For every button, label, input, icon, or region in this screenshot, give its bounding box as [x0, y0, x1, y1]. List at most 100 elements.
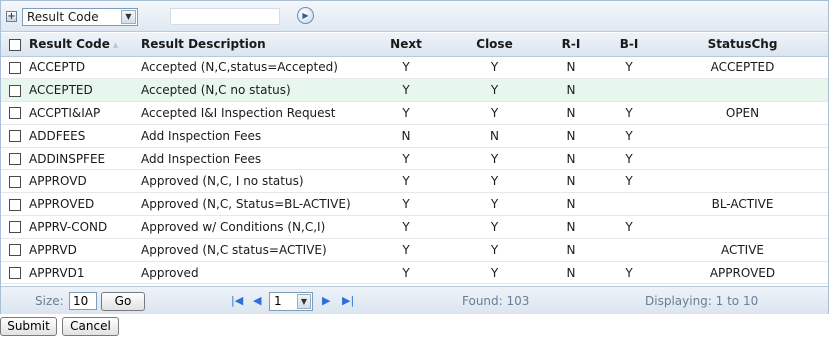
r-i-cell: N	[541, 56, 601, 80]
column-header-status-chg[interactable]: StatusChg	[657, 33, 828, 57]
page-number-select[interactable]: 1 ▼	[269, 292, 313, 311]
column-header-b-i[interactable]: B-I	[601, 33, 657, 57]
b-i-cell: Y	[601, 56, 657, 80]
row-select-cell	[1, 56, 29, 80]
b-i-cell: Y	[601, 124, 657, 148]
found-count: Found: 103	[462, 294, 530, 308]
column-label: Close	[476, 37, 513, 52]
displaying-range: Displaying: 1 to 10	[645, 294, 759, 308]
row-select-cell	[1, 124, 29, 148]
table-row[interactable]: ADDINSPFEE Add Inspection Fees Y Y N Y	[1, 147, 828, 171]
column-header-r-i[interactable]: R-I	[541, 33, 601, 57]
table-row[interactable]: ACCEPTED Accepted (N,C no status) Y Y N	[1, 78, 828, 103]
column-header-next[interactable]: Next	[364, 33, 448, 57]
column-label: StatusChg	[707, 37, 778, 52]
select-all-cell	[1, 33, 29, 57]
next-cell: Y	[364, 192, 448, 217]
status-chg-cell: APPROVED	[657, 261, 828, 285]
row-checkbox[interactable]	[9, 153, 21, 166]
column-label: Result Description	[141, 37, 266, 52]
r-i-cell: N	[541, 238, 601, 262]
close-cell: Y	[448, 101, 541, 125]
next-cell: Y	[364, 56, 448, 80]
column-header-result-code[interactable]: Result Code ▲	[29, 33, 141, 57]
row-checkbox[interactable]	[9, 175, 21, 188]
row-checkbox[interactable]	[9, 61, 21, 74]
close-cell: N	[448, 124, 541, 148]
r-i-cell: N	[541, 192, 601, 217]
status-chg-cell	[657, 124, 828, 148]
next-cell: Y	[364, 169, 448, 194]
column-label: Next	[390, 37, 422, 52]
row-checkbox[interactable]	[9, 198, 21, 211]
filter-value-input[interactable]	[170, 8, 280, 25]
status-chg-cell	[657, 147, 828, 171]
chevron-down-icon[interactable]: ▼	[297, 294, 311, 309]
go-button[interactable]: Go	[101, 292, 145, 311]
header-row: Result Code ▲ Result Description Next Clo…	[1, 33, 828, 57]
row-checkbox[interactable]	[9, 130, 21, 143]
row-select-cell	[1, 78, 29, 103]
r-i-cell: N	[541, 215, 601, 239]
table-row[interactable]: ACCEPTD Accepted (N,C,status=Accepted) Y Y N…	[1, 56, 828, 80]
r-i-cell: N	[541, 169, 601, 194]
select-all-checkbox[interactable]	[9, 38, 21, 51]
table-body: ACCEPTD Accepted (N,C,status=Accepted) Y Y N…	[1, 56, 828, 285]
arrow-right-circle-icon[interactable]: ▶	[297, 7, 314, 24]
result-description-cell: Accepted (N,C no status)	[141, 78, 364, 103]
next-cell: Y	[364, 147, 448, 171]
table-row[interactable]: APPRVD Approved (N,C status=ACTIVE) Y Y N ACT…	[1, 238, 828, 262]
cancel-button[interactable]: Cancel	[62, 317, 119, 336]
result-description-cell: Approved w/ Conditions (N,C,I)	[141, 215, 364, 239]
close-cell: Y	[448, 238, 541, 262]
row-checkbox[interactable]	[9, 84, 21, 97]
chevron-down-icon[interactable]: ▼	[121, 10, 136, 24]
status-chg-cell	[657, 169, 828, 194]
next-page-icon[interactable]: ▶	[322, 295, 330, 307]
column-label: Result Code	[29, 37, 110, 52]
result-code-grid: + Result Code ▼ ▶ Result Code ▲ Result De…	[0, 0, 829, 314]
result-description-cell: Accepted (N,C,status=Accepted)	[141, 56, 364, 80]
result-description-cell: Approved (N,C status=ACTIVE)	[141, 238, 364, 262]
row-select-cell	[1, 238, 29, 262]
page-size-input[interactable]: 10	[69, 292, 97, 310]
filter-field-select[interactable]: Result Code ▼	[22, 8, 138, 26]
close-cell: Y	[448, 147, 541, 171]
result-code-cell: ACCEPTD	[29, 56, 141, 80]
result-description-cell: Approved (N,C, Status=BL-ACTIVE)	[141, 192, 364, 217]
first-page-icon[interactable]: |◀	[231, 295, 243, 307]
plus-square-icon[interactable]: +	[6, 11, 17, 22]
next-cell: Y	[364, 78, 448, 103]
row-checkbox[interactable]	[9, 267, 21, 280]
column-header-result-description[interactable]: Result Description	[141, 33, 364, 57]
row-checkbox[interactable]	[9, 107, 21, 120]
status-chg-cell: OPEN	[657, 101, 828, 125]
row-select-cell	[1, 215, 29, 239]
table-row[interactable]: ADDFEES Add Inspection Fees N N N Y	[1, 124, 828, 148]
column-header-close[interactable]: Close	[448, 33, 541, 57]
table-row[interactable]: APPROVD Approved (N,C, I no status) Y Y N Y	[1, 169, 828, 194]
result-description-cell: Accepted I&I Inspection Request	[141, 101, 364, 125]
last-page-icon[interactable]: ▶|	[342, 295, 354, 307]
row-checkbox[interactable]	[9, 221, 21, 234]
r-i-cell: N	[541, 124, 601, 148]
pager-bar: Size: 10 Go |◀ ◀ 1 ▼ ▶ ▶| Found: 103 Dis…	[1, 286, 828, 314]
submit-button[interactable]: Submit	[0, 317, 57, 336]
result-description-cell: Approved	[141, 261, 364, 285]
r-i-cell: N	[541, 261, 601, 285]
page-number-value: 1	[274, 294, 282, 308]
table-row[interactable]: APPRVD1 Approved Y Y N Y APPROVED	[1, 261, 828, 285]
next-cell: Y	[364, 261, 448, 285]
previous-page-icon[interactable]: ◀	[253, 295, 261, 307]
b-i-cell: Y	[601, 169, 657, 194]
status-chg-cell: ACTIVE	[657, 238, 828, 262]
table-row[interactable]: APPRV-COND Approved w/ Conditions (N,C,I)…	[1, 215, 828, 239]
table-row[interactable]: ACCPTI&IAP Accepted I&I Inspection Reques…	[1, 101, 828, 125]
r-i-cell: N	[541, 101, 601, 125]
table-row[interactable]: APPROVED Approved (N,C, Status=BL-ACTIVE)…	[1, 192, 828, 217]
row-checkbox[interactable]	[9, 244, 21, 257]
close-cell: Y	[448, 56, 541, 80]
status-chg-cell	[657, 78, 828, 103]
status-chg-cell: BL-ACTIVE	[657, 192, 828, 217]
filter-toolbar: + Result Code ▼ ▶	[1, 1, 828, 32]
